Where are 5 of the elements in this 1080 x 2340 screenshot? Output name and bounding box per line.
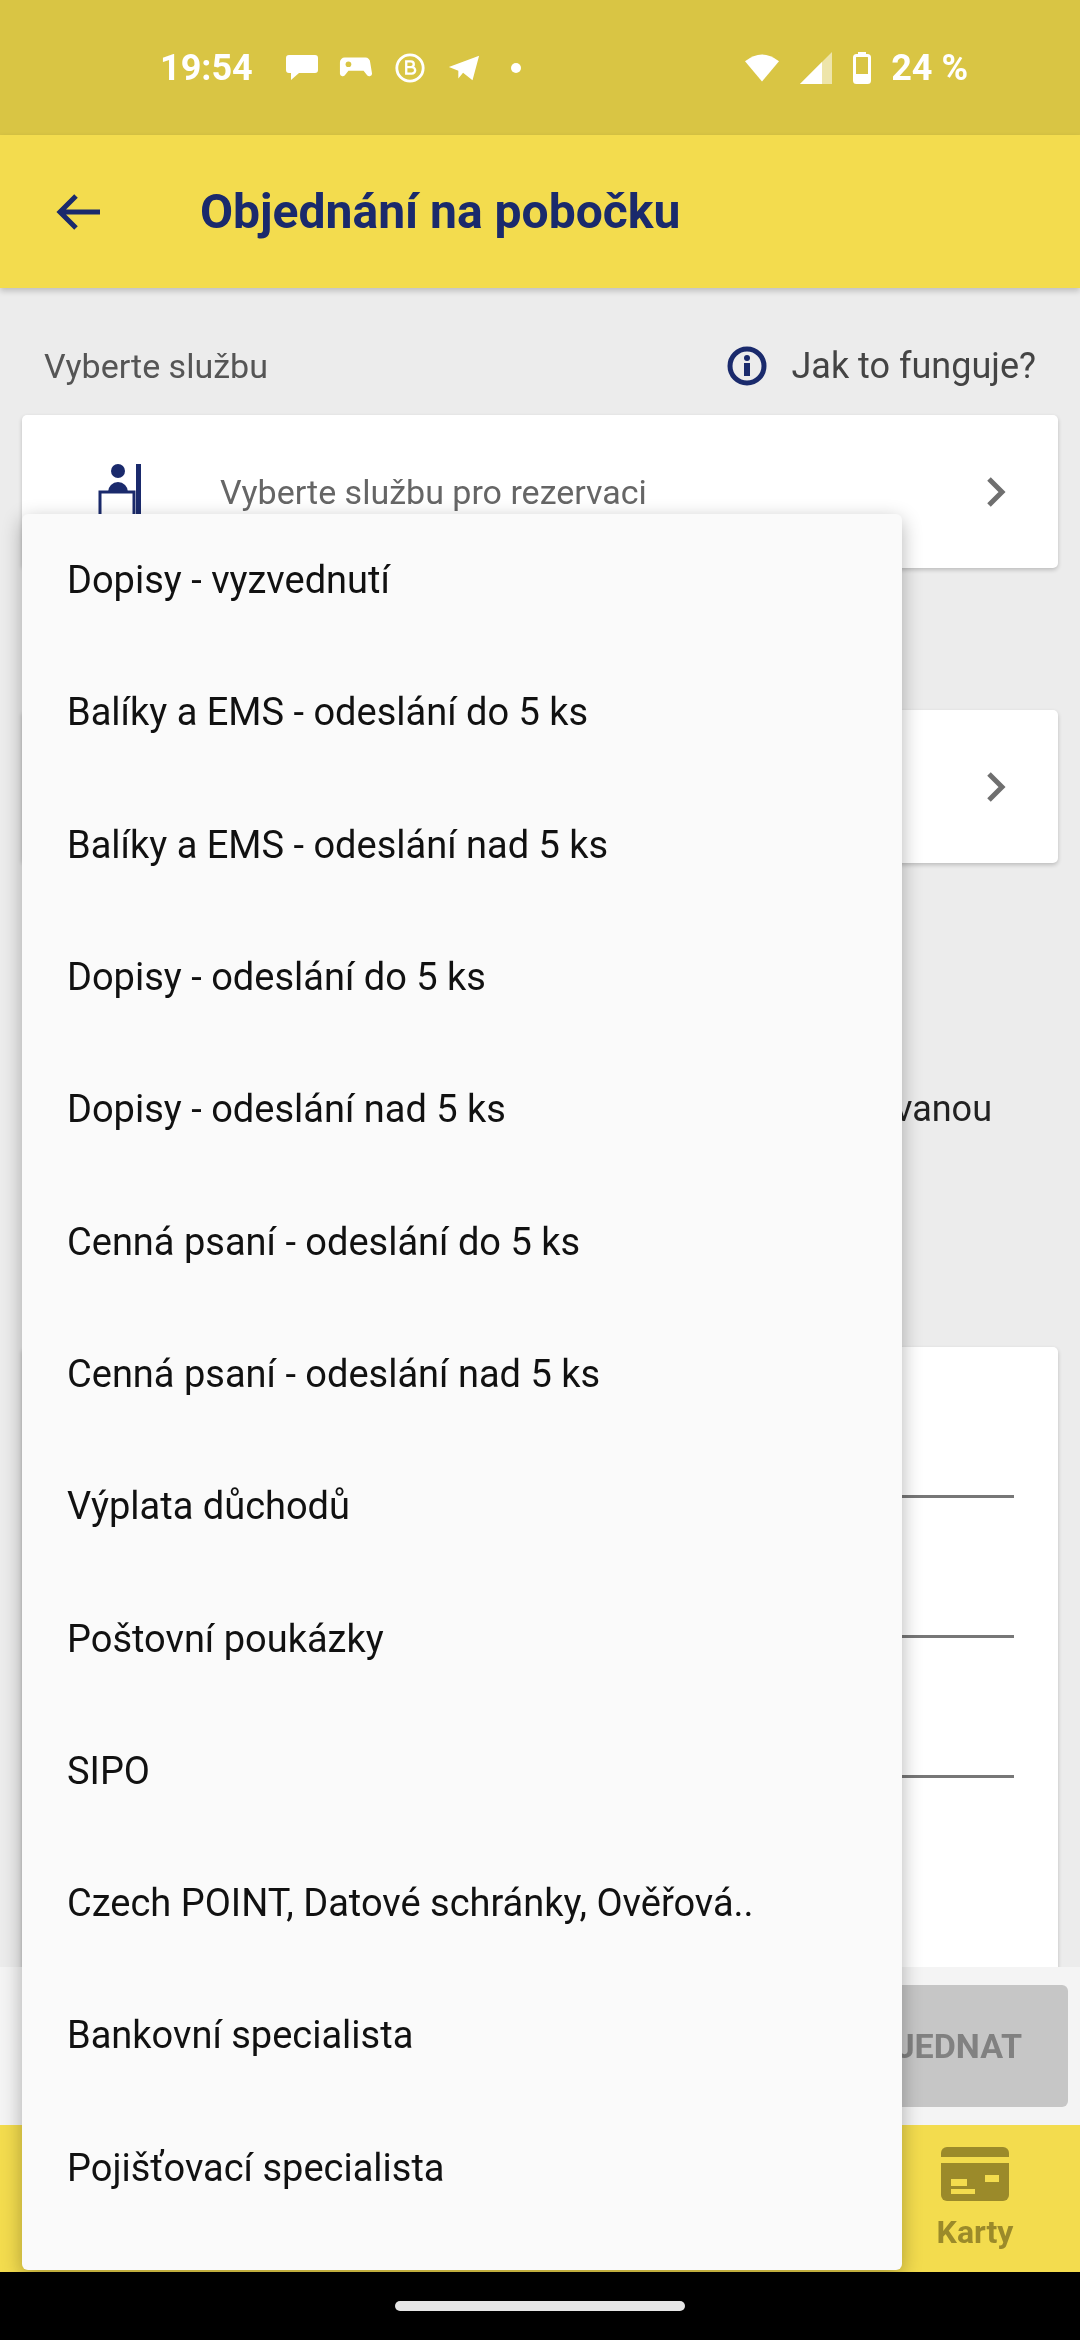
section-label: Vyberte službu <box>44 346 268 386</box>
service-placeholder: Vyberte službu pro rezervaci <box>220 471 648 512</box>
screen-title: Objednání na pobočku <box>200 183 681 240</box>
status-time: 19:54 <box>160 46 253 89</box>
battery-percentage: 24 % <box>891 46 968 89</box>
